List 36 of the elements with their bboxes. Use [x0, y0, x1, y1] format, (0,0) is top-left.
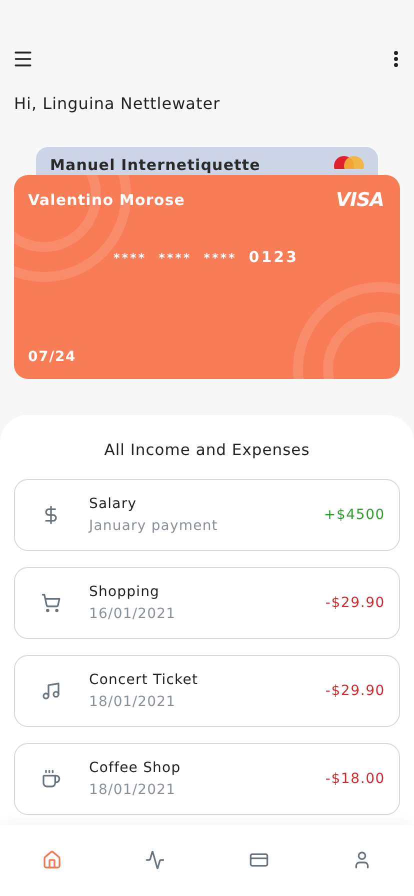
transaction-title: Salary: [89, 496, 138, 512]
card-number-group: ****: [204, 251, 237, 265]
transaction-subtitle: 18/01/2021: [89, 782, 177, 798]
visa-logo: VISA: [336, 191, 384, 210]
cart-icon: [41, 593, 61, 613]
activity-icon: [145, 850, 166, 870]
music-note-icon: [41, 681, 61, 701]
greeting-text: Hi, Linguina Nettlewater: [13, 94, 222, 113]
transaction-amount: +$4500: [324, 507, 385, 523]
card-expiry: 07/24: [28, 349, 78, 365]
card-holder-name: Valentino Morose: [28, 191, 186, 209]
back-card[interactable]: Manuel Internetiquette: [36, 147, 378, 175]
transaction-title: Coffee Shop: [89, 760, 182, 776]
transaction-amount: -$18.00: [325, 771, 385, 787]
transaction-subtitle: 18/01/2021: [89, 694, 177, 710]
overlapping-circles-logo-icon: [334, 156, 364, 169]
transaction-amount: -$29.90: [325, 683, 385, 699]
transaction-card[interactable]: Salary January payment +$4500: [14, 479, 400, 551]
card-number-group: 0123: [248, 248, 299, 266]
home-tab[interactable]: [42, 850, 62, 870]
transaction-title: Shopping: [89, 584, 161, 600]
activity-tab[interactable]: [145, 850, 166, 870]
transaction-subtitle: January payment: [89, 518, 219, 534]
transaction-card[interactable]: Coffee Shop 18/01/2021 -$18.00: [14, 743, 400, 815]
coffee-cup-icon: [41, 769, 61, 789]
home-icon: [42, 850, 62, 870]
transaction-card[interactable]: Shopping 16/01/2021 -$29.90: [14, 567, 400, 639]
transaction-card[interactable]: Concert Ticket 18/01/2021 -$29.90: [14, 655, 400, 727]
section-title: All Income and Expenses: [103, 441, 311, 459]
card-number-group: ****: [158, 251, 192, 265]
transaction-title: Concert Ticket: [89, 672, 200, 688]
card-number-group: ****: [113, 251, 147, 265]
card-holder-name: Manuel Internetiquette: [50, 156, 260, 174]
transaction-amount: -$29.90: [325, 595, 385, 611]
vertical-dots-icon: [394, 51, 398, 67]
transaction-subtitle: 16/01/2021: [89, 606, 177, 622]
